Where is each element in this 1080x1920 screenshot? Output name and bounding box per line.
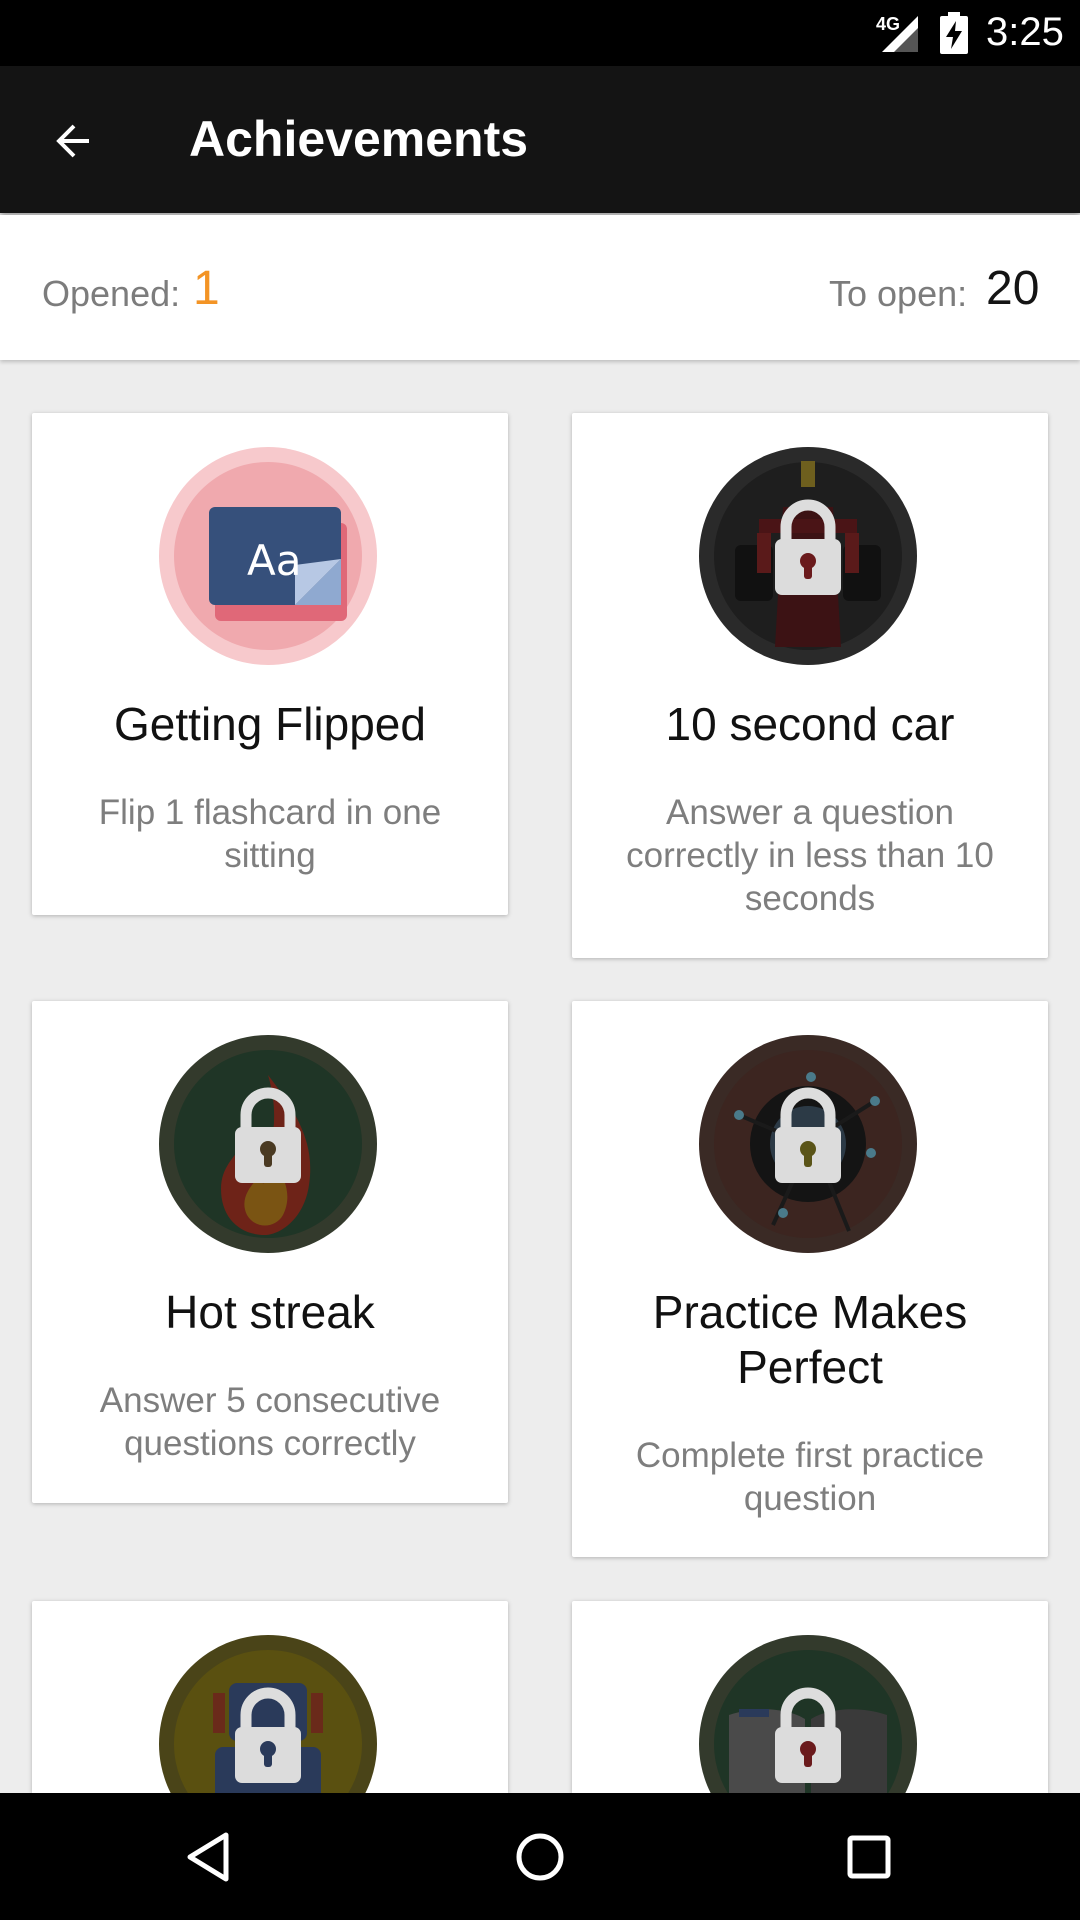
back-button[interactable] xyxy=(36,104,110,178)
circle-home-icon xyxy=(516,1833,564,1881)
to-open-label: To open: xyxy=(829,273,968,314)
clock: 3:25 xyxy=(986,10,1064,54)
opened-count: 1 xyxy=(193,262,220,315)
opened-label: Opened: xyxy=(42,273,181,314)
lock-icon xyxy=(775,499,841,595)
achievement-badge xyxy=(159,1635,377,1793)
svg-text:Aa: Aa xyxy=(247,536,301,585)
square-recents-icon xyxy=(847,1835,891,1879)
triangle-back-icon xyxy=(187,1832,229,1882)
achievement-card-5[interactable] xyxy=(32,1601,508,1793)
achievement-badge: Aa xyxy=(159,447,377,665)
achievement-badge xyxy=(699,447,917,665)
achievement-badge xyxy=(699,1035,917,1253)
achievement-title: Getting Flipped xyxy=(114,698,426,750)
app-bar: Achievements xyxy=(0,66,1080,213)
nav-home-button[interactable] xyxy=(500,1817,580,1897)
achievement-description: Answer a question correctly in less than… xyxy=(626,793,994,918)
achievement-title: Hot streak xyxy=(165,1286,375,1338)
achievement-description: Complete first practice question xyxy=(635,1436,985,1518)
signal-icon xyxy=(882,16,918,52)
achievement-card-hot-streak[interactable]: Hot streak Answer 5 consecutive question… xyxy=(32,1001,508,1503)
nav-back-button[interactable] xyxy=(170,1817,250,1897)
flashcard-icon: Aa xyxy=(174,462,362,650)
to-open-count: 20 xyxy=(986,262,1040,315)
achievement-card-practice-makes-perfect[interactable]: Practice Makes Perfect Complete first pr… xyxy=(572,1001,1048,1557)
system-navigation-bar xyxy=(0,1793,1080,1920)
lock-icon xyxy=(235,1687,301,1783)
achievement-summary: Opened: 1 To open: 20 xyxy=(0,215,1080,360)
achievement-title: 10 second car xyxy=(665,698,955,750)
achievement-description: Flip 1 flashcard in one sitting xyxy=(98,793,442,875)
lock-icon xyxy=(775,1687,841,1783)
lock-icon xyxy=(235,1087,301,1183)
achievement-card-getting-flipped[interactable]: Aa Getting Flipped Flip 1 flashcard in o… xyxy=(32,413,508,915)
achievement-card-6[interactable] xyxy=(572,1601,1048,1793)
achievement-badge xyxy=(699,1635,917,1793)
battery-charging-icon xyxy=(940,12,968,54)
lock-icon xyxy=(775,1087,841,1183)
achievement-badge xyxy=(159,1035,377,1253)
page-title: Achievements xyxy=(189,111,529,167)
arrow-back-icon xyxy=(56,124,89,158)
status-bar: 4G 3:25 xyxy=(0,0,1080,66)
achievement-card-10-second-car[interactable]: 10 second car Answer a question correctl… xyxy=(572,413,1048,958)
achievement-description: Answer 5 consecutive questions correctly xyxy=(99,1381,441,1463)
nav-recents-button[interactable] xyxy=(829,1817,909,1897)
achievement-title: Practice Makes Perfect xyxy=(652,1286,968,1393)
